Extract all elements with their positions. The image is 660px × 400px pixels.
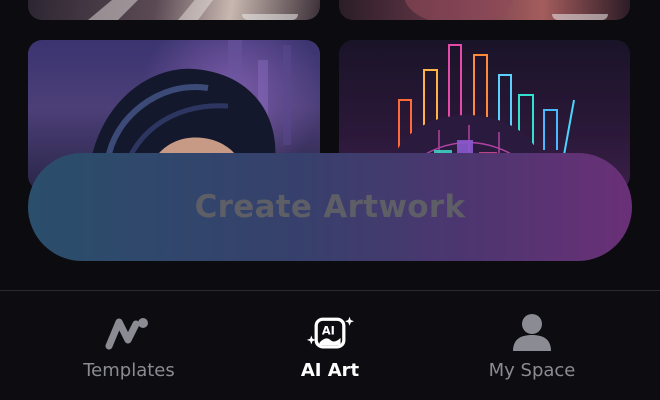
bottom-tab-bar: Templates AI AI Art My Space bbox=[0, 291, 660, 400]
tab-templates-label: Templates bbox=[83, 360, 175, 381]
card-badge bbox=[242, 14, 298, 20]
svg-text:AI: AI bbox=[322, 324, 335, 338]
ai-art-icon: AI bbox=[304, 313, 356, 353]
tab-my-space-label: My Space bbox=[488, 360, 576, 381]
create-artwork-button[interactable]: Create Artwork bbox=[28, 153, 632, 261]
artwork-card-top-left[interactable] bbox=[28, 0, 320, 20]
artwork-card-top-right[interactable] bbox=[339, 0, 630, 20]
card-badge bbox=[552, 14, 608, 20]
tab-templates[interactable]: Templates bbox=[29, 291, 229, 400]
tab-ai-art[interactable]: AI AI Art bbox=[230, 291, 430, 400]
user-icon bbox=[506, 313, 558, 353]
templates-icon bbox=[103, 313, 155, 353]
app-screen: Create Artwork Templates AI AI Art My Sp… bbox=[0, 0, 660, 400]
tab-my-space[interactable]: My Space bbox=[432, 291, 632, 400]
tab-ai-art-label: AI Art bbox=[300, 360, 360, 381]
